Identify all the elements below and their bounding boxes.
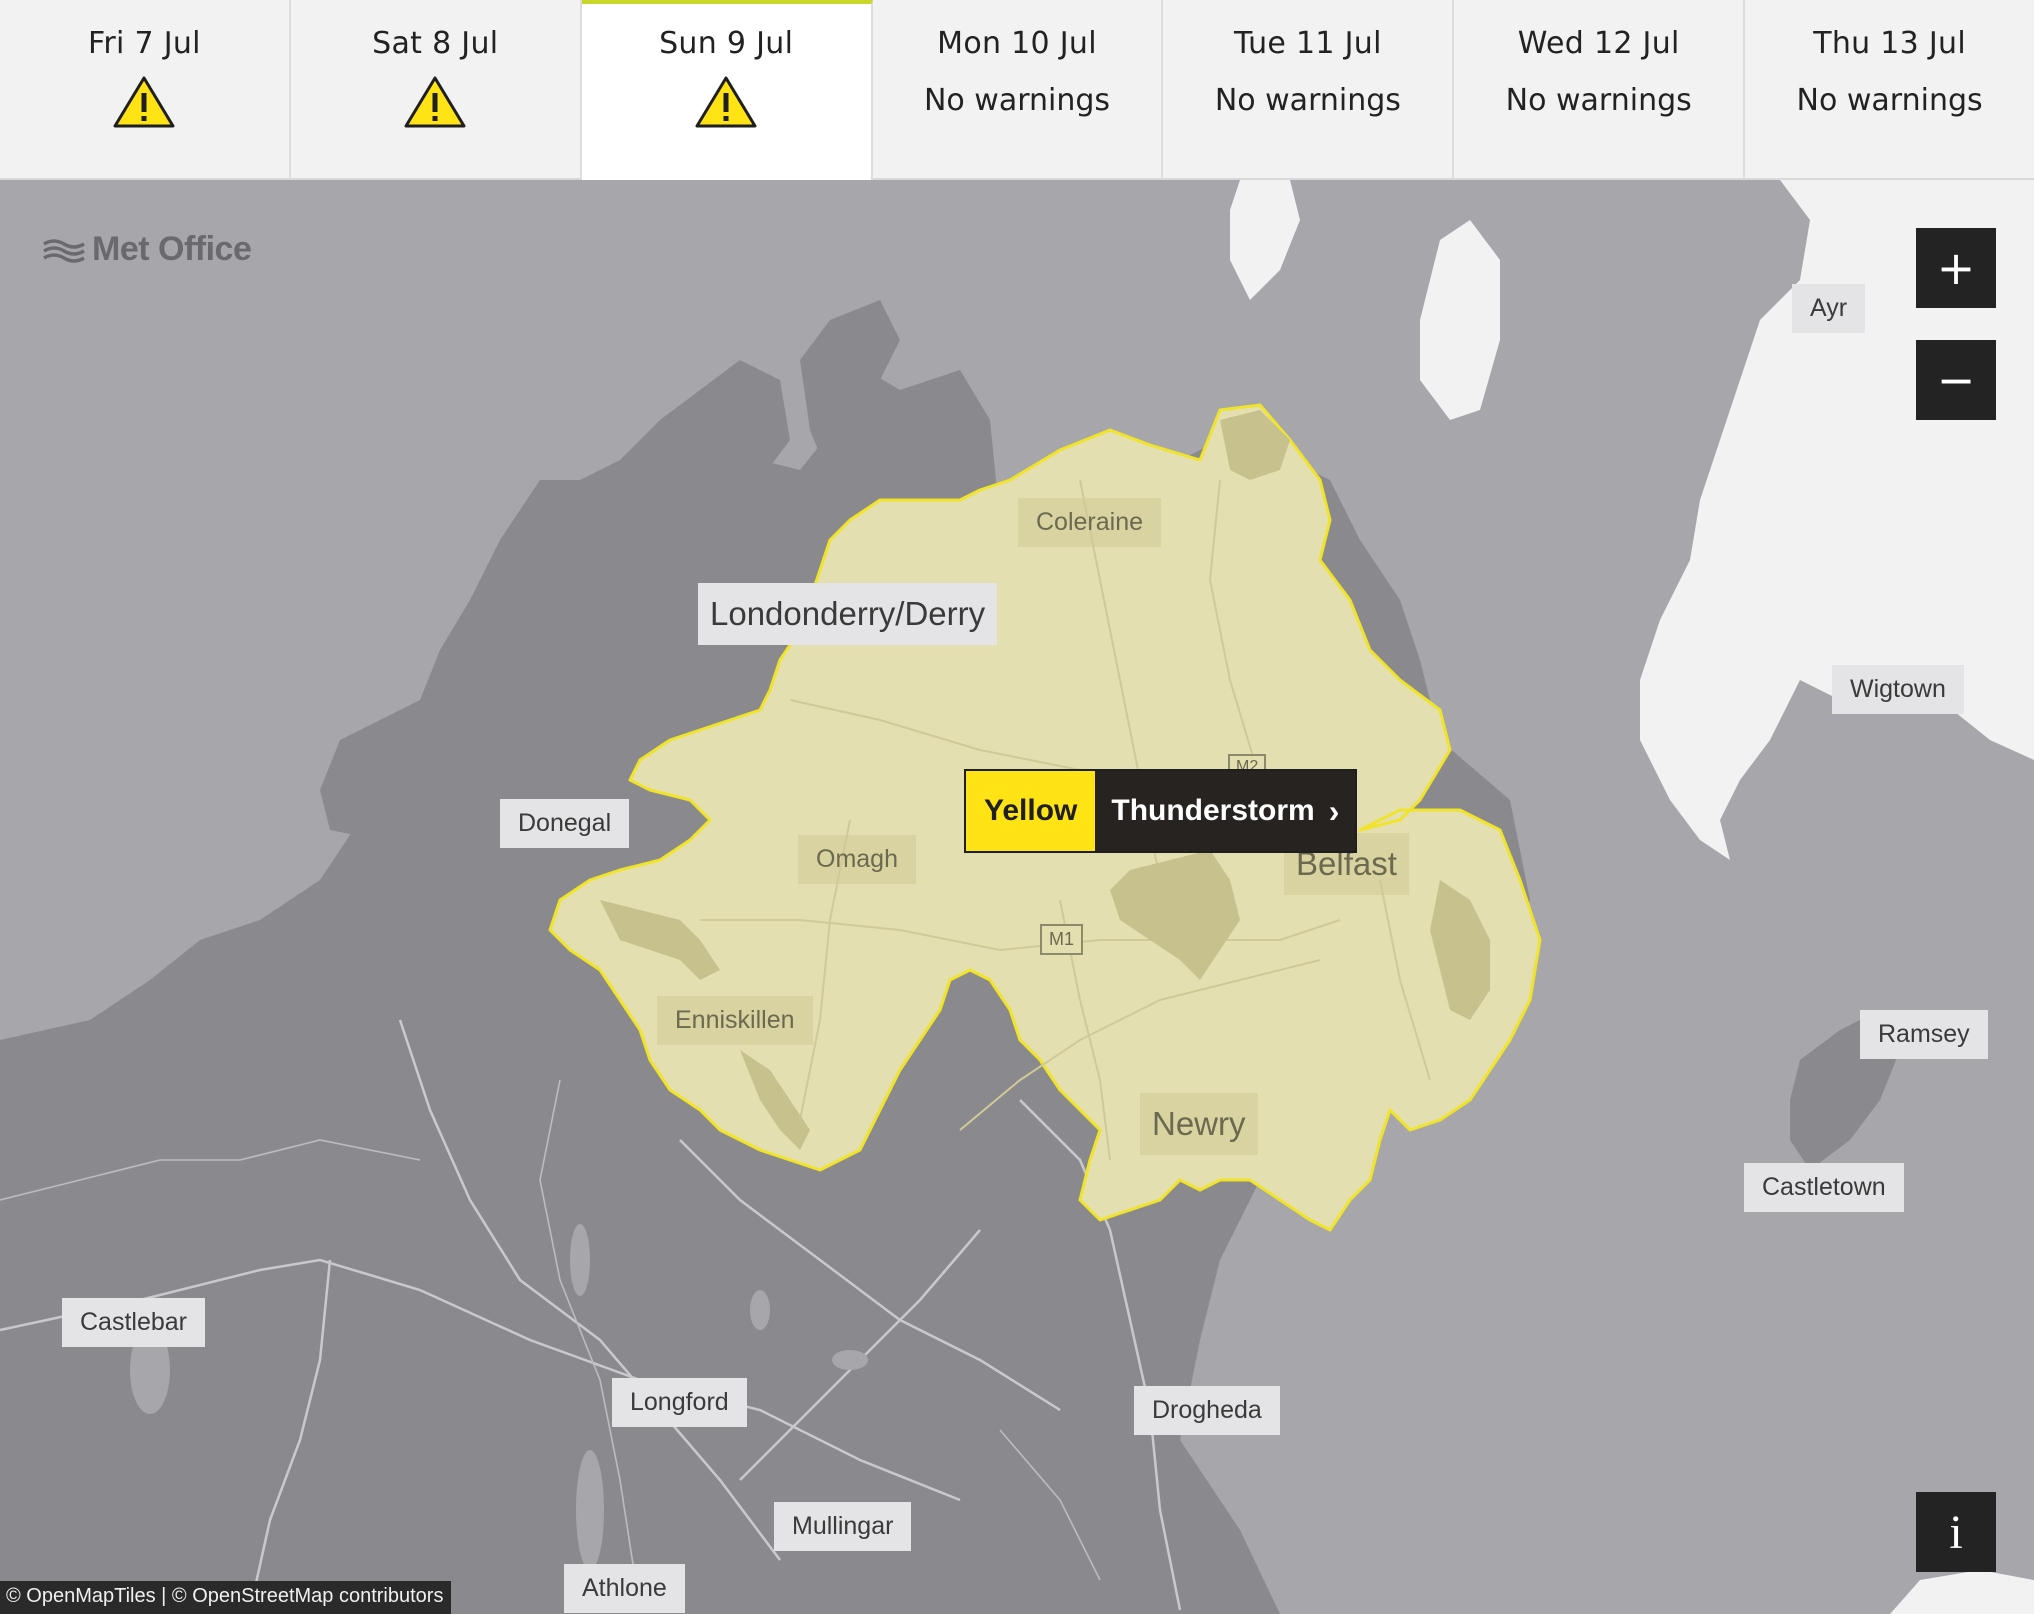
tab-sun-9-jul[interactable]: Sun 9 Jul xyxy=(581,0,873,180)
warning-level: Yellow xyxy=(966,771,1096,851)
tab-date: Fri 7 Jul xyxy=(88,26,201,61)
tab-status: No warnings xyxy=(923,83,1111,118)
place-label-enniskillen: Enniskillen xyxy=(657,996,813,1045)
chevron-right-icon: › xyxy=(1328,792,1340,829)
tab-wed-12-jul[interactable]: Wed 12 Jul No warnings xyxy=(1454,0,1746,178)
place-label-castlebar: Castlebar xyxy=(62,1298,205,1347)
tab-date: Tue 11 Jul xyxy=(1234,26,1382,61)
tab-tue-11-jul[interactable]: Tue 11 Jul No warnings xyxy=(1163,0,1455,178)
place-label-newry: Newry xyxy=(1140,1093,1258,1155)
tab-date: Mon 10 Jul xyxy=(937,26,1097,61)
warning-triangle-icon xyxy=(113,76,175,128)
met-office-logo: Met Office xyxy=(42,230,252,269)
place-label-drogheda: Drogheda xyxy=(1134,1386,1280,1435)
road-shield-m1: M1 xyxy=(1040,924,1084,955)
warnings-map[interactable]: Met Office Londonderry/Derry Coleraine D… xyxy=(0,180,2034,1614)
zoom-out-button[interactable]: − xyxy=(1916,340,1996,420)
met-office-waves-icon xyxy=(43,238,85,263)
place-label-coleraine: Coleraine xyxy=(1018,498,1162,547)
place-label-londonderry: Londonderry/Derry xyxy=(698,583,998,645)
tab-status: No warnings xyxy=(1796,83,1983,118)
tab-date: Sat 8 Jul xyxy=(372,26,499,61)
place-label-mullingar: Mullingar xyxy=(774,1502,912,1551)
place-label-castletown: Castletown xyxy=(1744,1163,1904,1212)
place-label-longford: Longford xyxy=(612,1378,747,1427)
tab-mon-10-jul[interactable]: Mon 10 Jul No warnings xyxy=(873,0,1164,178)
place-label-wigtown: Wigtown xyxy=(1832,665,1964,714)
tab-sat-8-jul[interactable]: Sat 8 Jul xyxy=(291,0,582,178)
map-base-layer xyxy=(0,180,2034,1614)
tab-date: Sun 9 Jul xyxy=(659,26,794,61)
place-label-athlone: Athlone xyxy=(564,1564,685,1613)
info-button[interactable]: i xyxy=(1916,1492,1996,1572)
place-label-ayr: Ayr xyxy=(1792,284,1866,333)
brand-name: Met Office xyxy=(92,230,252,268)
tab-thu-13-jul[interactable]: Thu 13 Jul No warnings xyxy=(1745,0,2034,178)
warning-type-label: Thunderstorm xyxy=(1111,794,1315,827)
place-label-omagh: Omagh xyxy=(798,835,916,884)
place-label-donegal: Donegal xyxy=(500,799,630,848)
map-attribution[interactable]: © OpenMapTiles | © OpenStreetMap contrib… xyxy=(0,1581,452,1614)
tab-status: No warnings xyxy=(1505,83,1692,118)
warning-pill-yellow-thunderstorm[interactable]: Yellow Thunderstorm › xyxy=(964,769,1358,853)
tab-date: Wed 12 Jul xyxy=(1517,26,1680,61)
day-tabs: Fri 7 Jul Sat 8 Jul Sun 9 Jul Mon 10 Jul… xyxy=(0,0,2034,180)
warning-triangle-icon xyxy=(695,76,757,128)
warning-triangle-icon xyxy=(404,76,466,128)
warning-type: Thunderstorm › xyxy=(1095,771,1356,851)
tab-fri-7-jul[interactable]: Fri 7 Jul xyxy=(0,0,291,178)
tab-date: Thu 13 Jul xyxy=(1813,26,1966,61)
place-label-ramsey: Ramsey xyxy=(1860,1010,1988,1059)
zoom-in-button[interactable]: + xyxy=(1916,228,1996,308)
tab-status: No warnings xyxy=(1214,83,1401,118)
